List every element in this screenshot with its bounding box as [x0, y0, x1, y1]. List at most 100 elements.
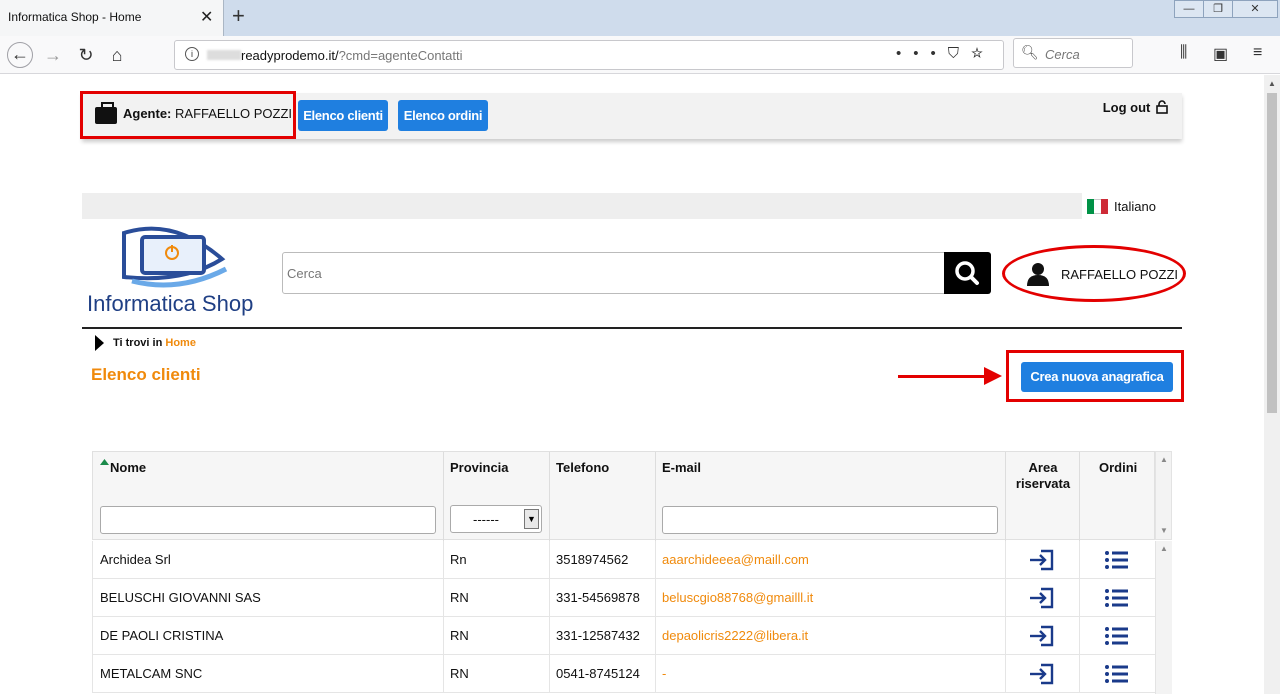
column-divider [1005, 617, 1006, 655]
italy-flag-icon [1087, 199, 1108, 214]
table-body-scrollbar[interactable]: ▲ [1155, 541, 1172, 694]
lock-icon [1156, 100, 1168, 114]
info-icon[interactable]: i [185, 47, 199, 61]
header-email[interactable]: E-mail [662, 460, 701, 475]
cell-provincia: RN [450, 628, 469, 643]
header-telefono[interactable]: Telefono [556, 460, 609, 475]
site-search-input[interactable]: Cerca [282, 252, 945, 294]
briefcase-icon [95, 102, 117, 124]
back-icon[interactable]: ← [7, 42, 33, 68]
cell-nome: BELUSCHI GIOVANNI SAS [100, 590, 261, 605]
table-row: DE PAOLI CRISTINA RN 331-12587432 depaolicr… [92, 617, 1155, 655]
sort-asc-icon[interactable] [100, 459, 109, 465]
cell-nome: Archidea Srl [100, 552, 171, 567]
search-icon [955, 261, 979, 285]
window-close-icon[interactable]: ✕ [1232, 0, 1278, 18]
orders-list-icon[interactable] [1104, 549, 1130, 571]
cell-telefono: 0541-8745124 [556, 666, 640, 681]
restore-icon[interactable]: ❐ [1203, 0, 1233, 18]
cell-telefono: 331-12587432 [556, 628, 640, 643]
table-header-scrollbar[interactable]: ▲ ▼ [1155, 451, 1172, 540]
column-divider [1079, 617, 1080, 655]
column-divider [655, 655, 656, 693]
column-divider [443, 452, 444, 541]
provincia-filter-select[interactable]: ------ ▼ [450, 505, 542, 533]
close-tab-icon[interactable]: ✕ [200, 7, 213, 27]
crea-nuova-anagrafica-button[interactable]: Crea nuova anagrafica [1021, 362, 1173, 392]
site-search-button[interactable] [944, 252, 991, 294]
cell-telefono: 3518974562 [556, 552, 629, 567]
elenco-ordini-button[interactable]: Elenco ordini [398, 100, 488, 131]
column-divider [549, 655, 550, 693]
menu-icon[interactable]: ≡ [1253, 44, 1262, 62]
header-provincia[interactable]: Provincia [450, 460, 509, 475]
cell-email[interactable]: depaolicris2222@libera.it [662, 628, 808, 643]
column-divider [655, 579, 656, 617]
table-row: BELUSCHI GIOVANNI SAS RN 331-54569878 belus… [92, 579, 1155, 617]
logout-link[interactable]: Log out [1103, 100, 1168, 115]
create-highlight-box: Crea nuova anagrafica [1006, 350, 1184, 402]
email-filter-input[interactable] [662, 506, 998, 534]
language-selector[interactable]: Italiano [1082, 193, 1182, 219]
column-divider [1079, 579, 1080, 617]
browser-titlebar: Informatica Shop - Home ✕ + — ❐ ✕ [0, 0, 1280, 36]
orders-list-icon[interactable] [1104, 587, 1130, 609]
column-divider [549, 579, 550, 617]
header-nome[interactable]: Nome [110, 460, 146, 475]
logo-text: Informatica Shop [87, 291, 254, 316]
column-divider [655, 541, 656, 579]
home-icon[interactable]: ⌂ [104, 42, 130, 68]
breadcrumb-home-link[interactable]: Home [165, 337, 196, 349]
cell-email[interactable]: aaarchideeea@maill.com [662, 552, 809, 567]
column-divider [1079, 452, 1080, 541]
new-tab-icon[interactable]: + [232, 3, 245, 29]
table-row: Archidea Srl Rn 3518974562 aaarchideeea@mai… [92, 541, 1155, 579]
orders-list-icon[interactable] [1104, 625, 1130, 647]
page-scrollbar[interactable]: ▲ [1264, 75, 1280, 694]
page-actions-icon[interactable]: •••⛉☆ [896, 45, 995, 62]
forward-icon[interactable]: → [40, 42, 66, 68]
user-account[interactable]: RAFFAELLO POZZI [1002, 245, 1186, 302]
site-logo[interactable]: Informatica Shop [84, 223, 270, 323]
column-divider [655, 617, 656, 655]
column-divider [549, 452, 550, 541]
login-area-riservata-icon[interactable] [1029, 663, 1055, 685]
language-bar: Italiano [82, 193, 1182, 219]
login-area-riservata-icon[interactable] [1029, 549, 1055, 571]
browser-search-input[interactable]: 🔍︎ Cerca [1013, 38, 1133, 68]
column-divider [443, 617, 444, 655]
cell-email[interactable]: - [662, 666, 666, 681]
annotation-arrow-head [984, 367, 1002, 385]
column-divider [443, 541, 444, 579]
minimize-icon[interactable]: — [1174, 0, 1204, 18]
sidebar-icon[interactable]: ▣ [1213, 44, 1228, 64]
scrollbar-thumb[interactable] [1267, 93, 1277, 413]
breadcrumb: Ti trovi in Home [113, 337, 196, 349]
page: Elenco clienti Elenco ordini Log out Age… [0, 75, 1264, 694]
cell-email[interactable]: beluscgio88768@gmailll.it [662, 590, 813, 605]
table-row: METALCAM SNC RN 0541-8745124 - [92, 655, 1155, 693]
agent-highlight-box: Agente: RAFFAELLO POZZI [80, 91, 296, 139]
login-area-riservata-icon[interactable] [1029, 587, 1055, 609]
nome-filter-input[interactable] [100, 506, 436, 534]
url-blurred-segment [207, 50, 241, 60]
header-divider [82, 327, 1182, 329]
library-icon[interactable]: ⫼ [1180, 44, 1187, 62]
orders-list-icon[interactable] [1104, 663, 1130, 685]
logout-label: Log out [1102, 100, 1151, 115]
column-divider [1005, 579, 1006, 617]
computer-logo-icon [122, 226, 228, 288]
column-divider [1005, 655, 1006, 693]
user-name: RAFFAELLO POZZI [1061, 267, 1179, 282]
cell-telefono: 331-54569878 [556, 590, 640, 605]
elenco-clienti-button[interactable]: Elenco clienti [298, 100, 388, 131]
column-divider [443, 579, 444, 617]
login-area-riservata-icon[interactable] [1029, 625, 1055, 647]
address-bar[interactable]: i readyprodemo.it/?cmd=agenteContatti ••… [174, 40, 1004, 70]
tab-title: Informatica Shop - Home [8, 10, 142, 24]
url-text: readyprodemo.it/?cmd=agenteContatti [241, 48, 463, 63]
page-title: Elenco clienti [91, 365, 201, 384]
reload-icon[interactable]: ↻ [73, 42, 99, 68]
browser-tab[interactable]: Informatica Shop - Home ✕ [0, 0, 224, 36]
search-icon: 🔍︎ [1021, 44, 1039, 60]
